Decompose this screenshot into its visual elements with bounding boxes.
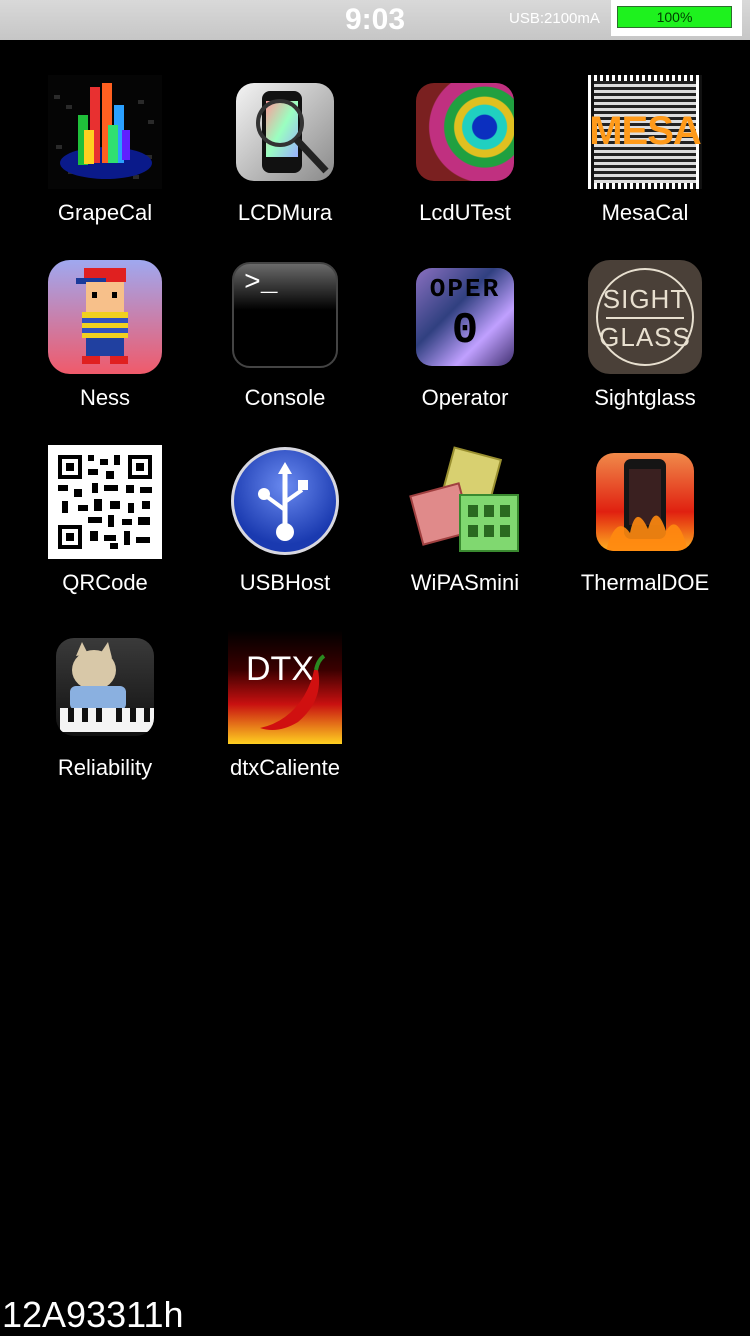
app-label: Ness (79, 385, 131, 410)
usbhost-icon (231, 447, 339, 555)
app-label: Reliability (57, 755, 153, 780)
grapecal-icon (48, 75, 162, 189)
sightglass-text-bottom: GLASS (599, 322, 691, 352)
app-qrcode[interactable]: QRCode (15, 445, 195, 615)
qrcode-icon (48, 445, 162, 559)
app-label: LCDMura (237, 200, 333, 225)
battery-level: 100% (617, 6, 732, 28)
app-label: GrapeCal (57, 200, 153, 225)
battery-indicator: 100% (611, 0, 742, 36)
app-label: Sightglass (594, 385, 696, 410)
dtxcaliente-icon: DTX (228, 630, 342, 744)
app-label: MesaCal (601, 200, 689, 225)
sightglass-text-top: SIGHT (602, 284, 688, 314)
app-label: WiPASmini (410, 570, 520, 595)
ness-icon (48, 260, 162, 374)
operator-digit: 0 (451, 306, 479, 356)
app-reliability[interactable]: Reliability (15, 630, 195, 800)
app-lcdmura[interactable]: LCDMura (195, 75, 375, 245)
status-usb-current: USB:2100mA (509, 10, 600, 27)
console-icon: >_ (232, 262, 338, 368)
console-prompt: >_ (244, 268, 278, 299)
app-sightglass[interactable]: SIGHT GLASS Sightglass (555, 260, 735, 430)
wipasmini-icon (408, 445, 522, 559)
app-label: ThermalDOE (580, 570, 710, 595)
operator-icon: OPER 0 (416, 268, 514, 366)
app-mesacal[interactable]: MESA MesaCal (555, 75, 735, 245)
app-lcdutest[interactable]: LcdUTest (375, 75, 555, 245)
app-label: QRCode (62, 570, 148, 595)
app-wipasmini[interactable]: WiPASmini (375, 445, 555, 615)
sightglass-icon: SIGHT GLASS (588, 260, 702, 374)
build-version: 12A93311h (2, 1294, 184, 1335)
lcdmura-icon (236, 83, 334, 181)
status-bar: 9:03 USB:2100mA 100% (0, 0, 750, 40)
mesa-text: MESA (589, 109, 702, 153)
reliability-icon (56, 638, 154, 736)
app-label: Console (244, 385, 326, 410)
app-label: Operator (421, 385, 509, 410)
thermaldoe-icon (596, 453, 694, 551)
app-grapecal[interactable]: GrapeCal (15, 75, 195, 245)
app-dtxcaliente[interactable]: DTX dtxCaliente (195, 630, 375, 800)
operator-text: OPER (429, 274, 501, 304)
app-usbhost[interactable]: USBHost (195, 445, 375, 615)
lcdutest-icon (416, 83, 514, 181)
mesacal-icon: MESA (588, 75, 702, 189)
app-thermaldoe[interactable]: ThermalDOE (555, 445, 735, 615)
app-label: dtxCaliente (229, 755, 341, 780)
app-ness[interactable]: Ness (15, 260, 195, 430)
app-operator[interactable]: OPER 0 Operator (375, 260, 555, 430)
app-console[interactable]: >_ Console (195, 260, 375, 430)
app-label: USBHost (239, 570, 331, 595)
app-label: LcdUTest (419, 200, 511, 225)
